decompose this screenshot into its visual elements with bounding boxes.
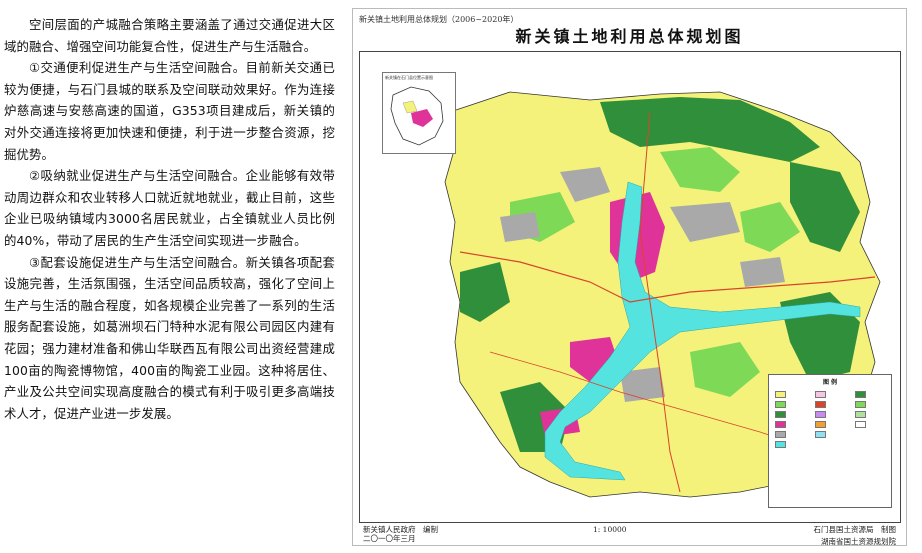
legend-swatch-5 [815, 431, 826, 438]
footer-institute: 湖南省国土资源规划院 [821, 537, 896, 546]
legend-swatch-farmland [775, 391, 786, 398]
legend-swatch-6 [855, 391, 866, 398]
legend-swatch-7 [855, 401, 866, 408]
legend-swatch-industrial [775, 431, 786, 438]
map-title: 新关镇土地利用总体规划图 [515, 27, 744, 46]
industrial-zone-3 [500, 212, 540, 242]
footer-cartographer: 石门县国土资源局 制图 [813, 525, 897, 534]
legend-swatch-4 [815, 421, 826, 428]
legend-swatch-2 [815, 391, 826, 398]
legend-swatch-river [775, 441, 786, 448]
legend-swatch-road [815, 401, 826, 408]
map-legend: 图 例 [768, 374, 892, 508]
intro-paragraph: 空间层面的产城融合策略主要涵盖了通过交通促进大区域的融合、增强空间功能复合性，促… [4, 17, 335, 54]
legend-swatch-forest [775, 411, 786, 418]
employment-paragraph: ②吸纳就业促进生产与生活空间融合。企业能够有效带动周边群众和农业转移人口就近就地… [4, 168, 335, 248]
footer-author-org: 新关镇人民政府 编制 [363, 525, 438, 534]
map-frame: 新关镇在石门县位置示意图 图 例 [359, 51, 901, 523]
map-scale: 1: 10000 [593, 525, 627, 534]
legend-swatch-8 [855, 411, 866, 418]
legend-swatch-9 [855, 421, 866, 428]
land-use-map: 新关镇土地利用总体规划（2006~2020年） 新关镇土地利用总体规划图 新关镇… [352, 8, 907, 546]
footer-author: 新关镇人民政府 编制 二〇一〇年三月 [363, 525, 438, 543]
legend-swatch-town [775, 421, 786, 428]
legend-title: 图 例 [822, 379, 838, 386]
location-inset-map: 新关镇在石门县位置示意图 [382, 72, 456, 154]
legend-swatch-3 [815, 411, 826, 418]
footer-date: 二〇一〇年三月 [363, 534, 416, 543]
traffic-paragraph: ①交通便利促进生产与生活空间融合。目前新关交通已较为便捷，与石门县城的联系及空间… [4, 60, 335, 162]
facilities-paragraph: ③配套设施促进生产与生活空间融合。新关镇各项配套设施完善，生活氛围强，生活空间品… [4, 254, 335, 421]
locator-graphic [390, 86, 444, 146]
locator-label: 新关镇在石门县位置示意图 [385, 75, 433, 80]
legend-swatch-garden [775, 401, 786, 408]
industrial-zone-4 [740, 257, 785, 287]
article-panel: 空间层面的产城融合策略主要涵盖了通过交通促进大区域的融合、增强空间功能复合性，促… [0, 0, 345, 553]
